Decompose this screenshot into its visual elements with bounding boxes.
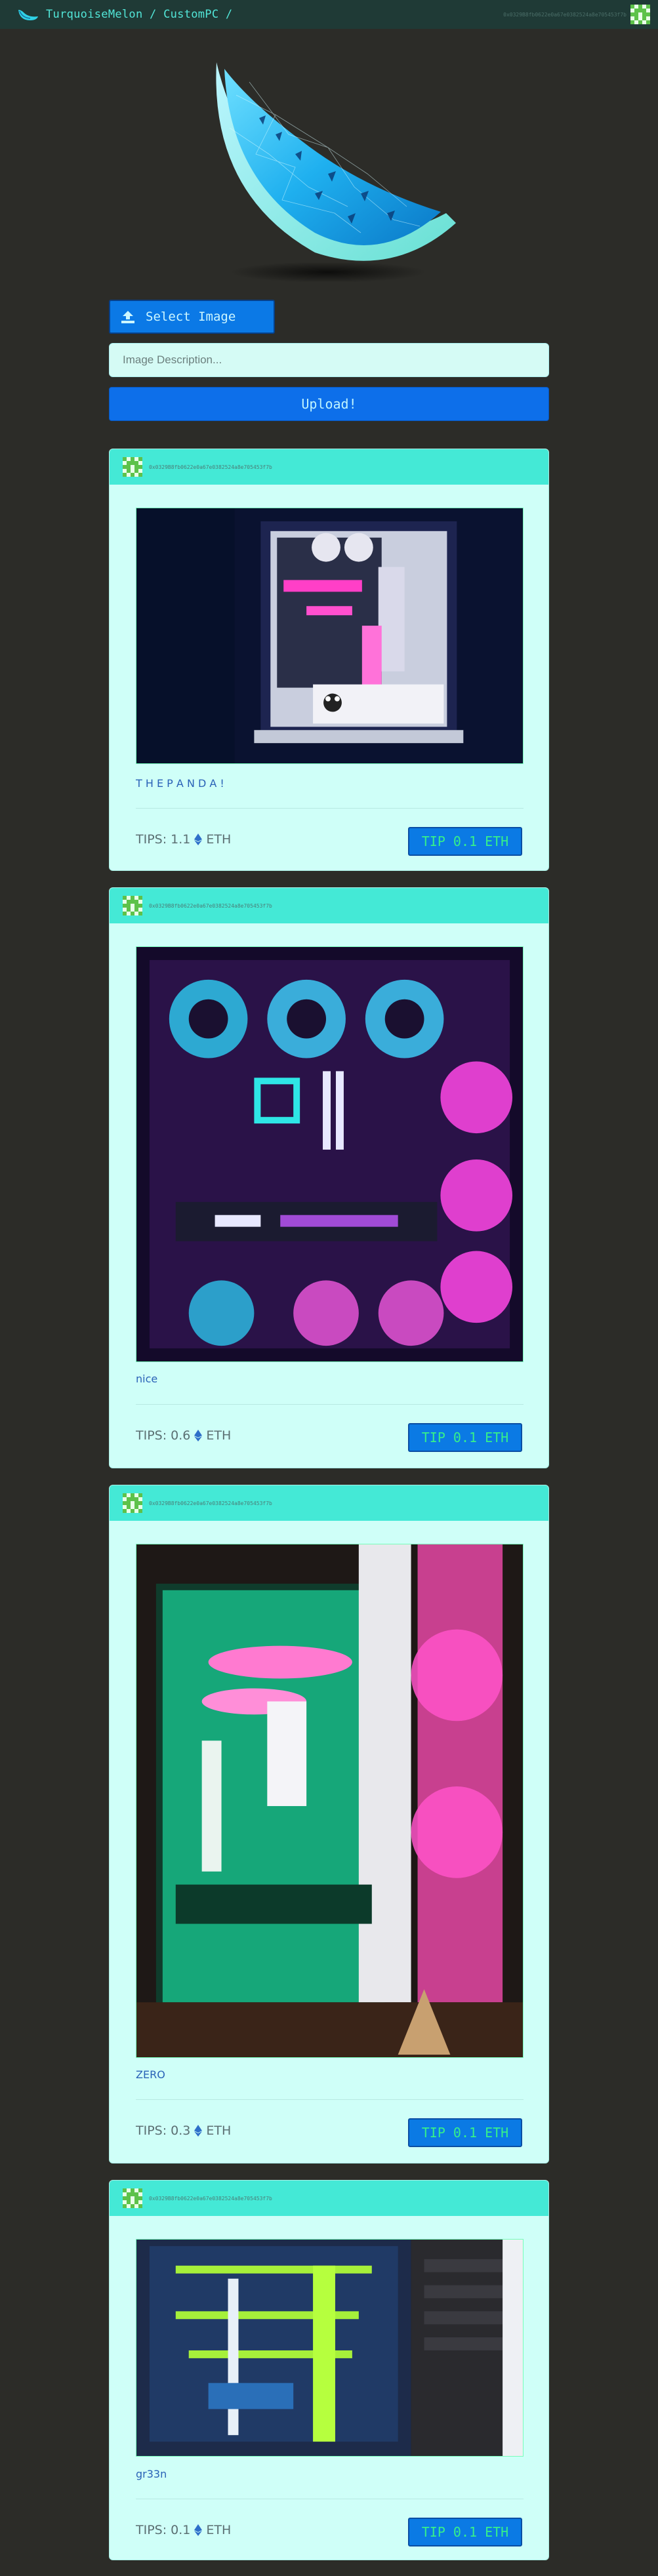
hero-melon-image [197,56,459,285]
post-author: 0x0329B8fb0622e0a67e0382524a8e705453f7b [149,1500,272,1506]
upload-arrow-icon [121,311,134,323]
image-description-input[interactable] [109,343,549,377]
post-image [136,508,524,764]
identicon-avatar [123,1493,142,1513]
select-image-label: Select Image [146,310,236,324]
tip-button[interactable]: TIP 0.1 ETH [408,827,522,856]
identicon-cell [138,1509,142,1513]
account-area: 0x0329B8fb0622e0a67e0382524a8e705453f7b [503,5,650,24]
post-tips: TIPS: 1.1 ETH [136,832,231,847]
ethereum-icon [194,2125,203,2137]
identicon-cell [646,20,650,24]
post-author: 0x0329B8fb0622e0a67e0382524a8e705453f7b [149,464,272,470]
melon-illustration [216,62,456,283]
post-tips: TIPS: 0.6 ETH [136,1428,231,1443]
select-image-button[interactable]: Select Image [109,300,275,334]
upload-button[interactable]: Upload! [109,387,549,421]
post-divider [136,2099,524,2100]
identicon-avatar [123,457,142,477]
post-card: 0x0329B8fb0622e0a67e0382524a8e705453f7b [109,1485,549,2163]
identicon-avatar [630,5,650,24]
post-description: nice [136,1373,158,1385]
top-navbar: TurquoiseMelon / CustomPC / 0x0329B8fb06… [0,0,658,29]
post-tips: TIPS: 0.1 ETH [136,2523,231,2537]
post-divider [136,1404,524,1405]
tips-currency: ETH [206,2123,232,2138]
post-card: 0x0329B8fb0622e0a67e0382524a8e705453f7b [109,449,549,871]
identicon-cell [138,473,142,477]
identicon-avatar [123,2188,142,2208]
post-tips: TIPS: 0.3 ETH [136,2123,231,2138]
ethereum-icon [194,834,203,845]
post-description: ZERO [136,2068,165,2081]
melon-slice-icon [18,10,38,20]
tips-currency: ETH [206,2523,232,2537]
tips-currency: ETH [206,1428,232,1443]
brand-link[interactable]: TurquoiseMelon / CustomPC / [17,6,232,23]
post-header: 0x0329B8fb0622e0a67e0382524a8e705453f7b [110,888,548,923]
identicon-cell [138,2204,142,2208]
post-author: 0x0329B8fb0622e0a67e0382524a8e705453f7b [149,902,272,909]
identicon-cell [138,912,142,916]
post-divider [136,808,524,809]
ethereum-icon [194,1430,203,1441]
tips-amount: TIPS: 0.3 [136,2123,191,2138]
post-header: 0x0329B8fb0622e0a67e0382524a8e705453f7b [110,449,548,485]
tips-currency: ETH [206,832,232,847]
post-card: 0x0329B8fb0622e0a67e0382524a8e705453f7b [109,2180,549,2560]
tip-button[interactable]: TIP 0.1 ETH [408,2518,522,2546]
tip-button[interactable]: TIP 0.1 ETH [408,2118,522,2147]
post-description: gr33n [136,2468,167,2480]
pc-case-photo [136,1544,523,2057]
post-image [136,1544,524,2058]
post-author: 0x0329B8fb0622e0a67e0382524a8e705453f7b [149,2195,272,2202]
tips-amount: TIPS: 0.1 [136,2523,191,2537]
account-address: 0x0329B8fb0622e0a67e0382524a8e705453f7b [503,11,627,18]
tip-button[interactable]: TIP 0.1 ETH [408,1423,522,1452]
identicon-avatar [123,896,142,916]
ethereum-icon [194,2524,203,2536]
post-description: T H E P A N D A ! [136,777,224,790]
pc-case-photo [136,2240,523,2456]
post-image [136,946,524,1362]
pc-case-photo [136,508,523,763]
post-image [136,2239,524,2457]
tips-amount: TIPS: 0.6 [136,1428,191,1443]
post-header: 0x0329B8fb0622e0a67e0382524a8e705453f7b [110,1485,548,1521]
post-card: 0x0329B8fb0622e0a67e0382524a8e705453f7b [109,887,549,1468]
post-header: 0x0329B8fb0622e0a67e0382524a8e705453f7b [110,2181,548,2216]
brand-title: TurquoiseMelon / CustomPC / [46,8,233,21]
tips-amount: TIPS: 1.1 [136,832,191,847]
pc-case-photo [136,947,523,1361]
